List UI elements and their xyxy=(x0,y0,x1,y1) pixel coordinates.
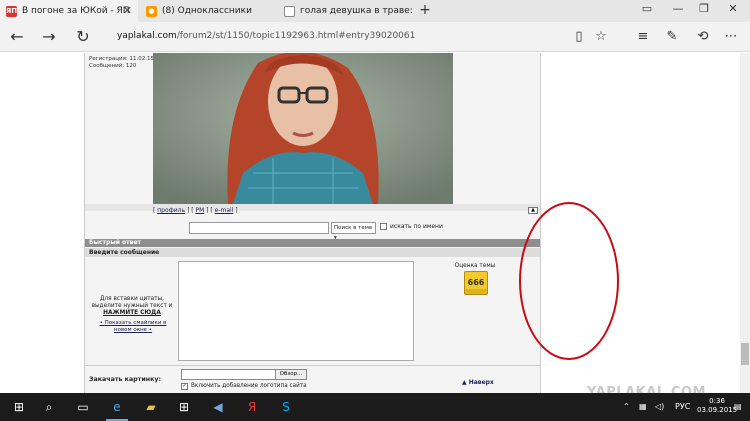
close-tab-icon[interactable]: ✕ xyxy=(123,4,132,17)
search-icon[interactable]: ⌕ xyxy=(38,397,60,417)
vertical-scrollbar[interactable] xyxy=(740,53,750,393)
scroll-up-button[interactable]: ▲ xyxy=(528,207,538,214)
volume-icon[interactable]: ◁) xyxy=(655,402,664,411)
clock-time: 0:36 xyxy=(709,397,725,405)
url-field[interactable]: yaplakal.com/forum2/st/1150/topic1192963… xyxy=(117,31,415,41)
url-path: /forum2/st/1150/topic1192963.html#entry3… xyxy=(176,31,416,41)
edge-browser-icon[interactable]: e xyxy=(106,397,128,421)
yaplakal-favicon-icon: ЯП xyxy=(5,5,18,17)
tray-arrow-icon[interactable]: ⌃ xyxy=(623,402,630,411)
user-info: Регистрация: 11.02.15 Сообщений: 120 xyxy=(89,56,154,70)
system-clock[interactable]: 0:36 03.09.2015 xyxy=(697,397,737,415)
tab-title: В погоне за ЮКой - ЯП xyxy=(22,6,130,16)
url-host: yaplakal.com xyxy=(117,31,177,41)
pm-link[interactable]: PM xyxy=(195,207,204,214)
add-logo-checkbox[interactable]: ✓ xyxy=(181,383,188,390)
browse-button[interactable]: Обзор... xyxy=(275,369,307,380)
new-tab-button[interactable]: + xyxy=(415,2,435,18)
quote-hint-text: Для вставки цитаты, выделите нужный текс… xyxy=(91,296,173,309)
file-explorer-icon[interactable]: ▰ xyxy=(140,397,162,417)
close-window-button[interactable]: ✕ xyxy=(723,2,743,15)
tab-search[interactable]: голая девушка в траве: 19 ты xyxy=(278,0,412,22)
clock-date: 03.09.2015 xyxy=(697,406,738,414)
message-textarea[interactable] xyxy=(178,261,414,361)
divider xyxy=(85,365,540,366)
browser-tab-bar: ЯП В погоне за ЮКой - ЯП ✕ ● (8) Однокла… xyxy=(0,0,750,22)
search-scope-select[interactable]: Поиск в теме ▾ xyxy=(331,222,376,241)
refresh-icon[interactable]: ↻ xyxy=(73,27,93,47)
tab-preview-icon[interactable]: ▭ xyxy=(637,2,657,15)
skype-icon[interactable]: S xyxy=(275,397,297,417)
maximize-button[interactable]: ❐ xyxy=(694,2,714,15)
upload-image-label: Закачать картинку: xyxy=(89,376,161,383)
quick-reply-header: Быстрый ответ xyxy=(85,239,540,247)
page-favicon-icon xyxy=(284,5,295,17)
show-smilies-text: Показать смайлики в новом окне xyxy=(104,320,167,333)
back-arrow-icon[interactable]: ← xyxy=(7,27,27,47)
more-icon[interactable]: ⋯ xyxy=(722,28,740,46)
yandex-browser-icon[interactable]: Я xyxy=(241,397,263,417)
keyboard-language[interactable]: РУС xyxy=(675,402,690,411)
tab-title: голая девушка в траве: 19 ты xyxy=(300,6,412,16)
share-icon[interactable]: ⟲ xyxy=(694,28,712,46)
scroll-thumb[interactable] xyxy=(741,343,749,365)
show-smilies-link[interactable]: • Показать смайлики в новом окне • xyxy=(91,320,175,334)
quote-hint-link[interactable]: НАЖМИТЕ СЮДА xyxy=(103,310,161,316)
profile-link[interactable]: профиль xyxy=(157,207,185,214)
tab-title: (8) Одноклассники xyxy=(162,6,252,16)
search-scope-value: Поиск в теме xyxy=(334,225,373,231)
hub-menu-icon[interactable]: ≡ xyxy=(634,28,652,46)
tab-yaplakal[interactable]: ЯП В погоне за ЮКой - ЯП ✕ xyxy=(0,0,138,22)
search-by-name-checkbox[interactable] xyxy=(380,223,387,230)
reading-view-icon[interactable]: ▯ xyxy=(570,28,588,46)
forum-post-area: Регистрация: 11.02.15 Сообщений: 120 [п… xyxy=(84,53,619,393)
web-page: Регистрация: 11.02.15 Сообщений: 120 [п… xyxy=(0,53,750,400)
forward-arrow-icon[interactable]: → xyxy=(39,27,59,47)
odnoklassniki-favicon-icon: ● xyxy=(146,5,157,17)
quote-hint: Для вставки цитаты, выделите нужный текс… xyxy=(89,296,175,317)
registration-date: Регистрация: 11.02.15 xyxy=(89,56,154,62)
windows-taskbar: ⊞ ⌕ ▭ e ▰ ⊞ ◀ Я S ⌃ ▦ ◁) РУС 0:36 03.09.… xyxy=(0,393,750,421)
address-bar: ← → ↻ yaplakal.com/forum2/st/1150/topic1… xyxy=(0,22,750,52)
media-player-icon[interactable]: ◀ xyxy=(207,397,229,417)
notifications-icon[interactable]: ▤ xyxy=(734,402,742,411)
tab-odnoklassniki[interactable]: ● (8) Одноклассники xyxy=(140,0,276,22)
profile-links: [ профиль ] [ PM ] [ e-mail ] xyxy=(153,207,238,214)
topic-rating-badge[interactable]: 666 xyxy=(464,271,488,295)
post-photo xyxy=(153,53,453,204)
minimize-button[interactable]: — xyxy=(668,2,688,15)
message-count: Сообщений: 120 xyxy=(89,63,137,69)
favorite-star-icon[interactable]: ☆ xyxy=(592,28,610,46)
search-by-name-label: искать по имени xyxy=(390,223,443,230)
web-note-icon[interactable]: ✎ xyxy=(663,28,681,46)
back-to-top-text: Наверх xyxy=(468,379,494,386)
topic-rating-label: Оценка темы xyxy=(454,263,496,269)
start-button-icon[interactable]: ⊞ xyxy=(8,397,30,417)
task-view-icon[interactable]: ▭ xyxy=(72,397,94,417)
search-input[interactable] xyxy=(189,222,329,234)
red-circle-annotation xyxy=(519,202,619,360)
message-header: Введите сообщение xyxy=(85,248,540,257)
email-link[interactable]: e-mail xyxy=(215,207,234,214)
back-to-top-link[interactable]: ▲ Наверх xyxy=(462,379,494,386)
store-icon[interactable]: ⊞ xyxy=(173,397,195,417)
network-icon[interactable]: ▦ xyxy=(639,402,647,411)
add-logo-label: Включить добавление логотипа сайта xyxy=(191,383,307,389)
